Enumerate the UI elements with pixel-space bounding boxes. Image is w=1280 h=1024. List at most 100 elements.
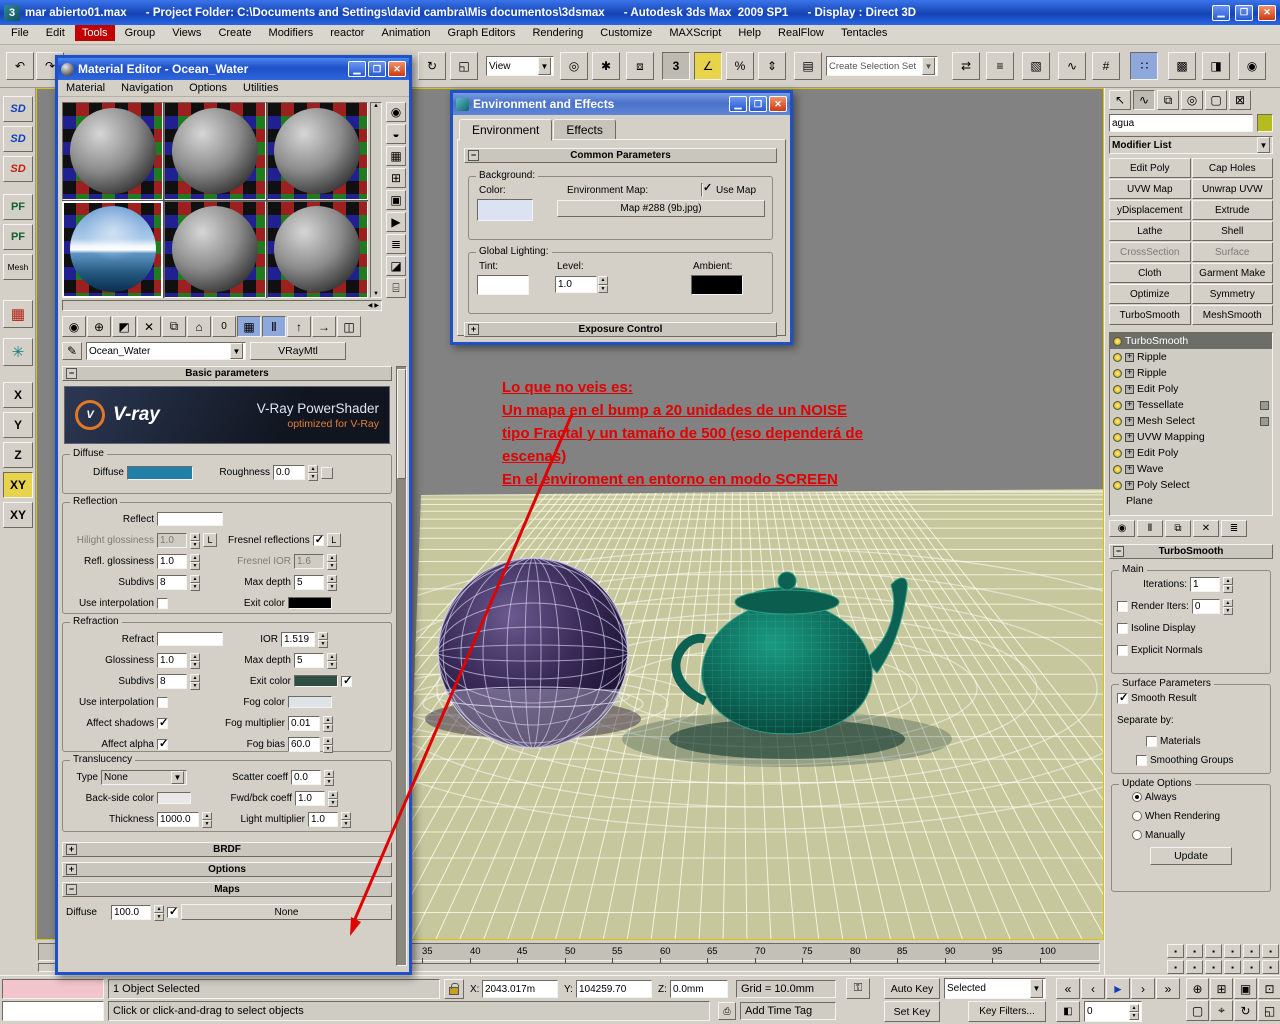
spinner[interactable]: ▲ ▼	[323, 736, 333, 753]
modifier-button[interactable]: UVW Map	[1109, 179, 1191, 199]
max-depth-field[interactable]: 5	[294, 652, 324, 668]
stack-item-plane[interactable]: Plane	[1110, 493, 1272, 509]
stack-item-poly-select[interactable]: Poly Select	[1110, 477, 1272, 493]
modifier-button[interactable]: CrossSection	[1109, 242, 1191, 262]
axis-x-button[interactable]: X	[3, 382, 33, 408]
exit-color-swatch[interactable]	[294, 675, 338, 687]
mini-toolbar-icon[interactable]: ▪	[1186, 960, 1203, 974]
motion-tab-icon[interactable]: ◎	[1181, 90, 1203, 110]
zoom-all-icon[interactable]: ⊞	[1210, 978, 1233, 999]
chevron-down-icon[interactable]: ▼	[1257, 137, 1270, 153]
material-slot-3[interactable]	[266, 102, 368, 200]
spinner[interactable]: ▲ ▼	[1129, 1004, 1139, 1020]
spinner[interactable]: ▲ ▼	[190, 574, 200, 591]
material-editor-options-icon[interactable]: ≣	[386, 234, 406, 254]
maximize-button[interactable]: ❐	[1235, 4, 1253, 21]
show-end-result-icon[interactable]: Ⅱ	[262, 316, 286, 337]
visibility-bulb-icon[interactable]	[1113, 464, 1122, 474]
select-and-scale-icon[interactable]: ◱	[450, 52, 478, 80]
maps-diffuse-amount-field[interactable]: 100.0	[111, 904, 151, 920]
tab-effects[interactable]: Effects	[553, 119, 616, 141]
expand-icon[interactable]	[1125, 479, 1134, 490]
expand-icon[interactable]: +	[468, 324, 479, 335]
render-setup-icon[interactable]: ▩	[1168, 52, 1196, 80]
material-id-channel-icon[interactable]: 0	[212, 316, 236, 337]
maxscript-mini-listener-pink[interactable]	[2, 979, 104, 999]
menu-modifiers[interactable]: Modifiers	[262, 25, 321, 41]
percent-snap-icon[interactable]: %	[726, 52, 754, 80]
mini-toolbar-icon[interactable]: ▪	[1205, 944, 1222, 958]
go-to-parent-icon[interactable]: ↑	[287, 316, 311, 337]
menu-file[interactable]: File	[4, 25, 36, 41]
turbosmooth-rollout[interactable]: − TurboSmooth	[1109, 544, 1273, 559]
modifier-button[interactable]: Garment Make	[1191, 263, 1273, 283]
maximize-button[interactable]: ❐	[749, 96, 767, 112]
update-button[interactable]: Update	[1150, 846, 1232, 865]
menu-realflow[interactable]: RealFlow	[771, 25, 831, 41]
y-coordinate-field[interactable]: 104259.70	[576, 980, 652, 998]
expand-icon[interactable]	[1125, 463, 1134, 474]
schematic-view-icon[interactable]: #	[1092, 52, 1120, 80]
back-side-color-swatch[interactable]	[157, 792, 191, 804]
background-icon[interactable]: ▦	[386, 146, 406, 166]
environment-titlebar[interactable]: Environment and Effects ▁ ❐ ✕	[453, 93, 790, 115]
stack-item-ripple-2[interactable]: Ripple	[1110, 365, 1272, 381]
expand-icon[interactable]	[1125, 351, 1134, 362]
common-parameters-rollout[interactable]: − Common Parameters	[464, 148, 777, 163]
tab-environment[interactable]: Environment	[459, 119, 553, 141]
mini-toolbar-icon[interactable]: ▪	[1186, 944, 1203, 958]
expand-icon[interactable]	[1125, 415, 1134, 426]
keyboard-override-icon[interactable]: ⧈	[626, 52, 654, 80]
use-pivot-center-icon[interactable]: ◎	[560, 52, 588, 80]
make-unique-icon[interactable]: ⧉	[1165, 520, 1191, 537]
mini-toolbar-icon[interactable]: ▪	[1224, 944, 1241, 958]
spinner[interactable]: ▲ ▼	[190, 673, 200, 690]
named-selection-set-combo[interactable]: Create Selection Set ▼	[826, 56, 938, 76]
x-coordinate-field[interactable]: 2043.017m	[482, 980, 558, 998]
menu-group[interactable]: Group	[118, 25, 163, 41]
quick-render-icon[interactable]: ◉	[1238, 52, 1266, 80]
map-shortcut-button[interactable]	[321, 466, 333, 479]
mini-toolbar-icon[interactable]: ▪	[1243, 960, 1260, 974]
expand-icon[interactable]	[1125, 399, 1134, 410]
collapse-icon[interactable]: −	[1113, 546, 1124, 557]
menu-customize[interactable]: Customize	[593, 25, 659, 41]
modifier-button[interactable]: yDisplacement	[1109, 200, 1191, 220]
hierarchy-tab-icon[interactable]: ⧉	[1157, 90, 1179, 110]
stack-item-edit-poly-2[interactable]: Edit Poly	[1110, 445, 1272, 461]
object-color-swatch[interactable]	[1257, 114, 1273, 132]
building-icon[interactable]: ▦	[3, 300, 33, 328]
refract-color-swatch[interactable]	[157, 632, 223, 646]
mini-toolbar-icon[interactable]: ▪	[1167, 944, 1184, 958]
modifier-list-dropdown[interactable]: Modifier List ▼	[1109, 136, 1273, 154]
subdivs-field[interactable]: 8	[157, 673, 187, 689]
select-and-rotate-icon[interactable]: ↻	[418, 52, 446, 80]
go-to-end-icon[interactable]: »	[1156, 978, 1180, 999]
environment-map-button[interactable]: Map #288 (9b.jpg)	[557, 200, 765, 217]
pin-stack-icon[interactable]: ◉	[1109, 520, 1135, 537]
chevron-down-icon[interactable]: ▼	[922, 57, 935, 75]
mirror-icon[interactable]: ⇄	[952, 52, 980, 80]
set-key-button[interactable]: Set Key	[884, 1001, 940, 1022]
menu-tools[interactable]: Tools	[74, 25, 115, 41]
rendered-frame-window-icon[interactable]: ◨	[1202, 52, 1230, 80]
visibility-bulb-icon[interactable]	[1113, 384, 1122, 394]
material-editor-window[interactable]: Material Editor - Ocean_Water ▁ ❐ ✕ Mate…	[55, 55, 412, 975]
fresnel-reflections-checkbox[interactable]	[312, 533, 324, 546]
menu-options[interactable]: Options	[181, 81, 235, 95]
spinner[interactable]: ▲ ▼	[328, 790, 338, 807]
script-button-sd-1[interactable]: SD	[3, 96, 33, 122]
menu-views[interactable]: Views	[165, 25, 208, 41]
sample-uv-tiling-icon[interactable]: ⊞	[386, 168, 406, 188]
visibility-bulb-icon[interactable]	[1113, 352, 1122, 362]
go-to-start-icon[interactable]: «	[1056, 978, 1080, 999]
set-keys-key-icon[interactable]: ⚿	[846, 978, 870, 999]
spinner[interactable]: ▲ ▼	[190, 553, 200, 570]
visibility-bulb-icon[interactable]	[1113, 432, 1122, 442]
auto-key-button[interactable]: Auto Key	[884, 978, 940, 999]
visibility-bulb-icon[interactable]	[1113, 400, 1122, 410]
expand-icon[interactable]	[1125, 383, 1134, 394]
expand-icon[interactable]	[1125, 431, 1134, 442]
exit-color-checkbox[interactable]	[341, 674, 352, 687]
stack-item-uvw-mapping[interactable]: UVW Mapping	[1110, 429, 1272, 445]
